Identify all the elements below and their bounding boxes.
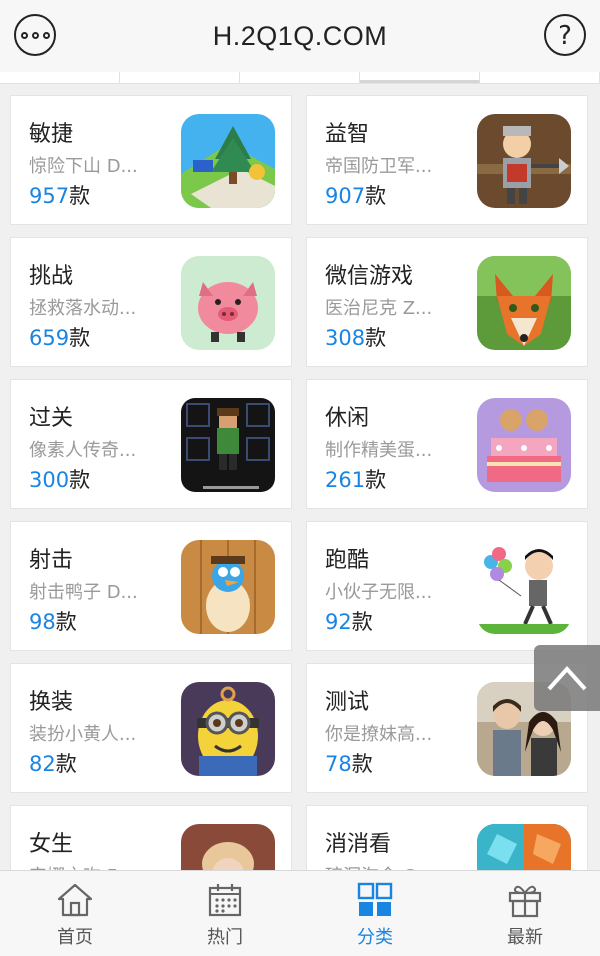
category-count: 261款 xyxy=(325,468,387,492)
category-count: 78款 xyxy=(325,752,373,776)
category-name: 微信游戏 xyxy=(325,264,414,289)
nav-label: 首页 xyxy=(57,927,93,948)
calendar-icon xyxy=(208,884,242,917)
back-to-top-button[interactable] xyxy=(534,645,600,711)
category-count: 98款 xyxy=(29,610,77,634)
category-card-dress-up[interactable]: 换装 装扮小黄人... 82款 xyxy=(10,663,292,793)
category-count: 92款 xyxy=(325,610,373,634)
category-card-wechat-games[interactable]: 微信游戏 医治尼克 Z... 308款 xyxy=(306,237,588,367)
category-card-casual[interactable]: 休闲 制作精美蛋... 261款 xyxy=(306,379,588,509)
category-count: 300款 xyxy=(29,468,91,492)
sub-tab[interactable] xyxy=(120,72,240,83)
category-count: 907款 xyxy=(325,184,387,208)
game-thumbnail xyxy=(181,682,275,776)
game-thumbnail xyxy=(477,256,571,350)
sub-tab[interactable] xyxy=(0,72,120,83)
category-desc: 安娜之吻 Fr... xyxy=(29,862,139,870)
gift-icon xyxy=(508,885,542,918)
category-name: 换装 xyxy=(29,690,74,715)
category-card-level-pass[interactable]: 过关 像素人传奇... 300款 xyxy=(10,379,292,509)
category-name: 过关 xyxy=(29,406,74,431)
bottom-nav: 首页 热门 分类 最新 xyxy=(0,870,600,956)
nav-hot[interactable]: 热门 xyxy=(150,871,300,956)
game-thumbnail xyxy=(477,398,571,492)
category-name: 射击 xyxy=(29,548,74,573)
top-bar: H.2Q1Q.COM ? xyxy=(0,0,600,72)
category-desc: 惊险下山 D... xyxy=(29,156,138,177)
site-title: H.2Q1Q.COM xyxy=(212,20,388,51)
help-circle-icon[interactable]: ? xyxy=(544,14,586,56)
game-thumbnail xyxy=(181,540,275,634)
category-grid: 敏捷 惊险下山 D... 957款 益智 帝国防卫军... 907款 挑战 拯救… xyxy=(10,95,590,870)
category-desc: 医治尼克 Z... xyxy=(325,298,433,319)
more-dots-icon[interactable] xyxy=(14,14,56,56)
category-name: 跑酷 xyxy=(325,548,370,573)
category-desc: 装扮小黄人... xyxy=(29,724,137,745)
nav-label: 热门 xyxy=(207,927,243,948)
game-thumbnail xyxy=(181,398,275,492)
category-card-agility[interactable]: 敏捷 惊险下山 D... 957款 xyxy=(10,95,292,225)
category-card-challenge[interactable]: 挑战 拯救落水动... 659款 xyxy=(10,237,292,367)
category-name: 女生 xyxy=(29,832,74,857)
sub-tab[interactable] xyxy=(240,72,360,83)
nav-label: 最新 xyxy=(507,927,543,948)
category-desc: 拯救落水动... xyxy=(29,298,137,319)
category-name: 挑战 xyxy=(29,264,74,289)
game-thumbnail xyxy=(181,256,275,350)
category-name: 敏捷 xyxy=(29,122,74,147)
category-card-match[interactable]: 消消看 琼洞淘金 G... xyxy=(306,805,588,870)
category-desc: 帝国防卫军... xyxy=(325,156,433,177)
game-thumbnail xyxy=(477,824,571,870)
home-icon xyxy=(57,883,93,917)
category-name: 消消看 xyxy=(325,832,392,857)
grid-icon xyxy=(357,882,393,916)
chevron-up-icon xyxy=(547,666,587,691)
category-count: 82款 xyxy=(29,752,77,776)
category-desc: 像素人传奇... xyxy=(29,440,137,461)
category-name: 益智 xyxy=(325,122,370,147)
category-count: 957款 xyxy=(29,184,91,208)
category-name: 测试 xyxy=(325,690,370,715)
game-thumbnail xyxy=(181,824,275,870)
sub-tab-active[interactable] xyxy=(360,72,480,83)
sub-tab-strip xyxy=(0,72,600,84)
category-name: 休闲 xyxy=(325,406,370,431)
category-desc: 你是撩妹高... xyxy=(325,724,433,745)
sub-tab[interactable] xyxy=(480,72,600,83)
category-card-girls[interactable]: 女生 安娜之吻 Fr... xyxy=(10,805,292,870)
nav-newest[interactable]: 最新 xyxy=(450,871,600,956)
category-card-puzzle[interactable]: 益智 帝国防卫军... 907款 xyxy=(306,95,588,225)
game-thumbnail xyxy=(181,114,275,208)
category-desc: 琼洞淘金 G... xyxy=(325,862,434,870)
category-card-parkour[interactable]: 跑酷 小伙子无限... 92款 xyxy=(306,521,588,651)
category-card-shooting[interactable]: 射击 射击鸭子 D... 98款 xyxy=(10,521,292,651)
category-desc: 射击鸭子 D... xyxy=(29,582,138,603)
nav-label: 分类 xyxy=(357,927,393,948)
category-count: 308款 xyxy=(325,326,387,350)
game-thumbnail xyxy=(477,114,571,208)
category-desc: 小伙子无限... xyxy=(325,582,433,603)
category-count: 659款 xyxy=(29,326,91,350)
game-thumbnail xyxy=(477,540,571,634)
category-desc: 制作精美蛋... xyxy=(325,440,433,461)
nav-home[interactable]: 首页 xyxy=(0,871,150,956)
nav-category[interactable]: 分类 xyxy=(300,871,450,956)
